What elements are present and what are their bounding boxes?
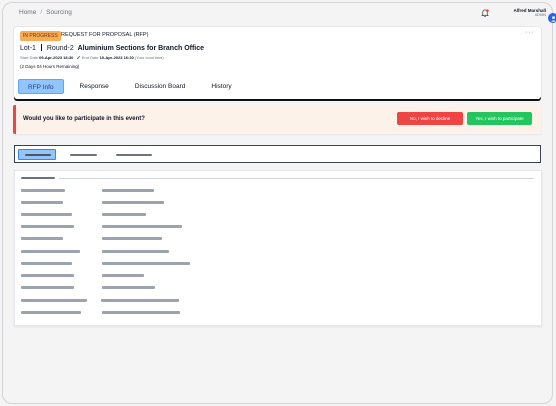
breadcrumb-home[interactable]: Home <box>19 9 36 16</box>
field-label-placeholder <box>21 201 63 204</box>
event-dates: Start Date 09-Apr-2023 18:30 End Date 19… <box>20 55 164 60</box>
field-label-placeholder <box>21 237 63 240</box>
top-bar: Home / Sourcing Alfred Marshall ADMIN <box>19 8 556 23</box>
field-value-placeholder <box>101 299 179 302</box>
section-divider <box>59 178 534 179</box>
field-label-placeholder <box>21 225 74 228</box>
timezone-note: (Your local time) <box>134 55 164 60</box>
event-title-line: Lot-1 Round-2 Aluminium Sections for Bra… <box>20 44 204 52</box>
event-type: REQUEST FOR PROPOSAL (RFP) <box>61 32 149 38</box>
field-value-placeholder <box>102 225 182 228</box>
end-date-label: End Date <box>81 55 99 60</box>
time-remaining: (2 Days 04 Hours Remaining) <box>20 64 80 69</box>
edit-icon[interactable] <box>76 55 81 60</box>
sub-tab-3[interactable] <box>116 154 152 156</box>
field-value-placeholder <box>102 250 169 253</box>
lot-number: Lot-1 <box>20 45 36 52</box>
rfp-summary-card: IN PROGRESS REQUEST FOR PROPOSAL (RFP) ·… <box>14 27 541 99</box>
field-label-placeholder <box>21 299 87 302</box>
tab-rfp-info[interactable]: RFP Info <box>18 79 64 94</box>
field-label-placeholder <box>21 262 72 265</box>
decline-button[interactable]: No, I wish to decline <box>397 112 463 125</box>
field-value-placeholder <box>102 311 180 314</box>
placeholder-bar <box>25 154 51 156</box>
participation-question: Would you like to participate in this ev… <box>23 116 145 122</box>
field-value-placeholder <box>102 262 190 265</box>
end-date-value: 19-Apr-2023 16:30 <box>99 55 134 60</box>
event-title: Aluminium Sections for Branch Office <box>77 45 205 52</box>
status-badge: IN PROGRESS <box>20 31 61 41</box>
breadcrumb-current: Sourcing <box>46 9 72 16</box>
breadcrumb-separator: / <box>40 9 43 16</box>
field-value-placeholder <box>102 201 164 204</box>
app-frame: Home / Sourcing Alfred Marshall ADMIN IN… <box>2 2 556 404</box>
user-role: ADMIN <box>534 13 546 17</box>
round-number: Round-2 <box>46 45 74 52</box>
details-panel <box>14 170 542 326</box>
start-date-value: 09-Apr-2023 18:30 <box>39 55 74 60</box>
field-value-placeholder <box>102 274 144 277</box>
field-label-placeholder <box>21 286 74 289</box>
field-value-placeholder <box>102 189 154 192</box>
sub-tab-2[interactable] <box>70 154 97 156</box>
more-horizontal-icon[interactable]: ··· <box>525 29 535 36</box>
tab-discussion-board[interactable]: Discussion Board <box>125 79 196 94</box>
field-label-placeholder <box>21 213 72 216</box>
tab-history[interactable]: History <box>201 79 241 94</box>
bell-icon[interactable] <box>481 9 489 18</box>
field-value-placeholder <box>102 286 155 289</box>
field-label-placeholder <box>21 311 81 314</box>
section-heading-placeholder <box>21 177 55 179</box>
main-tabs: RFP Info Response Discussion Board Histo… <box>18 79 248 96</box>
start-date-label: Start Date <box>20 55 39 60</box>
field-value-placeholder <box>102 237 162 240</box>
field-label-placeholder <box>21 250 80 253</box>
user-avatar-icon[interactable] <box>548 13 556 23</box>
field-value-placeholder <box>102 213 146 216</box>
breadcrumb: Home / Sourcing <box>19 9 72 16</box>
sub-tab-active[interactable] <box>18 149 56 160</box>
participate-button[interactable]: Yes, I wish to participate <box>467 112 532 125</box>
user-info[interactable]: Alfred Marshall ADMIN <box>502 8 546 17</box>
participation-banner: Would you like to participate in this ev… <box>13 105 541 134</box>
tab-response[interactable]: Response <box>70 79 119 94</box>
field-label-placeholder <box>21 189 65 192</box>
sub-tab-bar <box>14 145 541 163</box>
field-label-placeholder <box>21 274 74 277</box>
